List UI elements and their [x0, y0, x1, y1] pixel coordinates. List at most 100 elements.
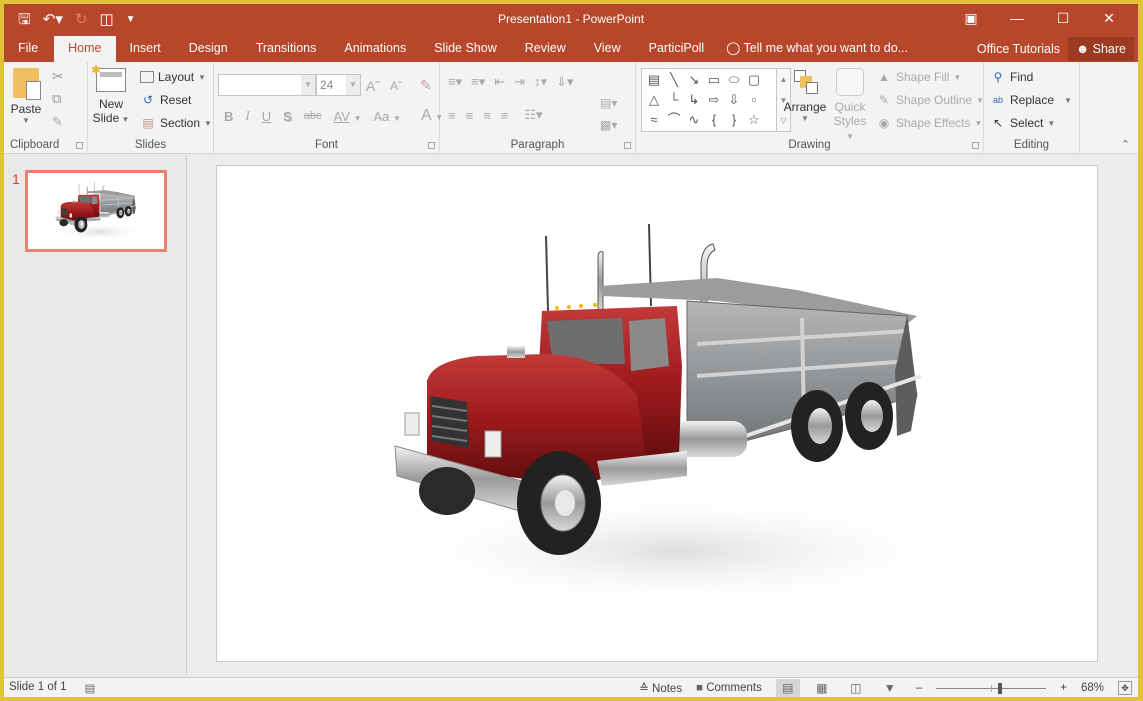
text-direction-icon[interactable]: ⇓▾: [556, 74, 573, 90]
cut-icon[interactable]: ✂: [52, 68, 64, 85]
decrease-indent-icon[interactable]: ⇤: [494, 74, 505, 90]
zoom-out-button[interactable]: –: [916, 682, 922, 694]
reset-button[interactable]: ↺ Reset: [140, 93, 191, 107]
zoom-level[interactable]: 68%: [1081, 682, 1104, 694]
align-right-icon[interactable]: ≡: [483, 108, 491, 123]
dump-truck-image[interactable]: [217, 166, 1098, 662]
tab-view[interactable]: View: [580, 36, 635, 62]
font-size-dropdown-icon[interactable]: ▼: [346, 75, 360, 95]
shape-fill-button[interactable]: ▲ Shape Fill ▼: [876, 70, 961, 84]
character-spacing-button[interactable]: AV ▼: [334, 109, 362, 124]
arrow-line-shape-icon[interactable]: ↘: [684, 70, 704, 90]
underline-button[interactable]: U: [262, 109, 271, 124]
shape-effects-button[interactable]: ◉ Shape Effects ▼: [876, 116, 983, 130]
shapes-gallery[interactable]: ▤ ╲ ↘ ▭ ⬭ ▢ △ └ ↳ ⇨ ⇩ ▫ ≈ ⌒ ∿ { } ☆: [641, 68, 777, 132]
elbow-connector-icon[interactable]: └: [664, 90, 684, 110]
right-brace-shape-icon[interactable]: }: [724, 110, 744, 130]
right-arrow-shape-icon[interactable]: ⇨: [704, 90, 724, 110]
select-button[interactable]: ↖ Select ▼: [990, 116, 1055, 130]
close-icon[interactable]: ✕: [1086, 6, 1132, 32]
align-center-icon[interactable]: ≡: [466, 108, 474, 123]
textbox-shape-icon[interactable]: ▤: [644, 70, 664, 90]
share-button[interactable]: ☻ Share: [1068, 37, 1134, 61]
font-size-combo[interactable]: 24 ▼: [316, 74, 361, 96]
grow-font-icon[interactable]: Aˆ: [366, 78, 380, 94]
columns-icon[interactable]: ☷▾: [524, 107, 542, 123]
slide-thumbnail[interactable]: [25, 170, 167, 252]
justify-icon[interactable]: ≡: [501, 108, 509, 123]
slide-canvas[interactable]: [216, 165, 1098, 662]
line-spacing-icon[interactable]: ↕▾: [534, 74, 547, 90]
tab-animations[interactable]: Animations: [330, 36, 420, 62]
line-shape-icon[interactable]: ╲: [664, 70, 684, 90]
find-button[interactable]: ⚲ Find: [990, 70, 1034, 84]
arc-shape-icon[interactable]: ⌒: [664, 110, 684, 130]
paragraph-launcher[interactable]: [624, 142, 631, 149]
strikethrough-button[interactable]: abc: [304, 110, 322, 122]
ribbon-display-options-icon[interactable]: ▣: [948, 6, 994, 32]
italic-button[interactable]: I: [245, 108, 249, 124]
tab-insert[interactable]: Insert: [116, 36, 175, 62]
comments-button[interactable]: ■ Comments: [696, 682, 762, 694]
fit-to-window-icon[interactable]: ✥: [1118, 681, 1132, 695]
bold-button[interactable]: B: [224, 109, 233, 124]
slide-sorter-icon[interactable]: ▦: [810, 679, 834, 698]
triangle-shape-icon[interactable]: △: [644, 90, 664, 110]
tab-file[interactable]: File: [4, 36, 54, 62]
align-left-icon[interactable]: ≡: [448, 108, 456, 123]
down-arrow-shape-icon[interactable]: ⇩: [724, 90, 744, 110]
star-shape-icon[interactable]: ☆: [744, 110, 764, 130]
layout-button[interactable]: Layout ▼: [140, 70, 206, 84]
minimize-icon[interactable]: —: [994, 6, 1040, 32]
align-text-icon[interactable]: ▤▾: [600, 96, 617, 110]
reading-view-icon[interactable]: ◫: [844, 679, 868, 698]
normal-view-icon[interactable]: ▤: [775, 678, 800, 697]
zoom-slider-thumb[interactable]: [997, 683, 1002, 694]
tab-participoll[interactable]: ParticiPoll: [635, 36, 719, 62]
clipboard-launcher[interactable]: [76, 142, 83, 149]
tell-me-box[interactable]: ◯ Tell me what you want to do...: [726, 36, 908, 62]
arrange-button[interactable]: Arrange ▼: [782, 68, 828, 123]
shrink-font-icon[interactable]: Aˇ: [390, 79, 402, 93]
spell-check-icon[interactable]: ▤: [85, 681, 96, 695]
replace-button[interactable]: ab Replace ▼: [990, 93, 1072, 107]
convert-smartart-icon[interactable]: ▩▾: [600, 118, 617, 132]
paste-button[interactable]: Paste ▼: [8, 68, 44, 125]
bullets-icon[interactable]: ≡▾: [448, 74, 462, 90]
copy-icon[interactable]: ⧉: [52, 91, 61, 107]
font-name-combo[interactable]: ▼: [218, 74, 316, 96]
numbering-icon[interactable]: ≡▾: [471, 74, 485, 90]
zoom-slider[interactable]: [936, 682, 1047, 694]
change-case-button[interactable]: Aa ▼: [373, 109, 400, 124]
snip-shape-icon[interactable]: ▫: [744, 90, 764, 110]
rectangle-shape-icon[interactable]: ▭: [704, 70, 724, 90]
font-launcher[interactable]: [428, 142, 435, 149]
freeform-shape-icon[interactable]: ≈: [644, 110, 664, 130]
tab-review[interactable]: Review: [511, 36, 580, 62]
curve-shape-icon[interactable]: ∿: [684, 110, 704, 130]
slideshow-view-icon[interactable]: ▼: [878, 679, 902, 698]
collapse-ribbon-icon[interactable]: ⌃: [1121, 138, 1130, 151]
new-slide-button[interactable]: ✱ New Slide ▼: [91, 63, 130, 125]
rounded-rect-shape-icon[interactable]: ▢: [744, 70, 764, 90]
drawing-launcher[interactable]: [972, 142, 979, 149]
office-tutorials-link[interactable]: Office Tutorials: [969, 42, 1068, 56]
notes-button[interactable]: ≙ Notes: [639, 681, 682, 695]
oval-shape-icon[interactable]: ⬭: [724, 70, 744, 90]
zoom-in-button[interactable]: +: [1060, 682, 1067, 694]
shape-outline-button[interactable]: ✎ Shape Outline ▼: [876, 93, 984, 107]
increase-indent-icon[interactable]: ⇥: [514, 74, 525, 90]
maximize-icon[interactable]: ☐: [1040, 6, 1086, 32]
tab-slide-show[interactable]: Slide Show: [420, 36, 511, 62]
left-brace-shape-icon[interactable]: {: [704, 110, 724, 130]
tab-home[interactable]: Home: [54, 36, 116, 62]
elbow-arrow-connector-icon[interactable]: ↳: [684, 90, 704, 110]
tab-transitions[interactable]: Transitions: [242, 36, 331, 62]
format-painter-icon[interactable]: ✎: [52, 114, 63, 130]
tab-design[interactable]: Design: [175, 36, 242, 62]
section-button[interactable]: ▤ Section ▼: [140, 116, 212, 130]
clear-formatting-icon[interactable]: ✎: [420, 77, 432, 94]
shadow-button[interactable]: S: [283, 109, 292, 124]
quick-styles-button[interactable]: Quick Styles ▼: [830, 68, 870, 142]
font-name-dropdown-icon[interactable]: ▼: [301, 75, 315, 95]
